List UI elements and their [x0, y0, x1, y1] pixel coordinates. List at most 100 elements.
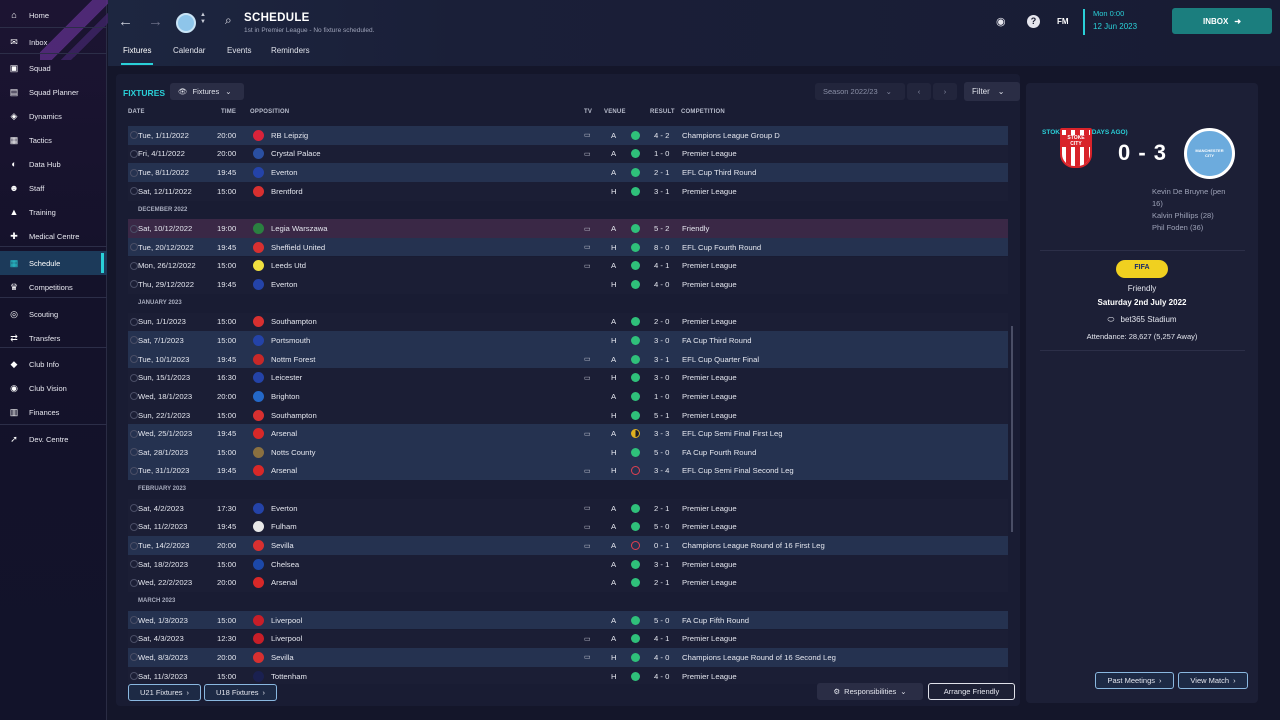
fixture-competition[interactable]: Champions League Round of 16 Second Leg — [682, 653, 836, 662]
fixture-score[interactable]: 4 - 0 — [654, 280, 669, 289]
select-checkbox[interactable] — [130, 187, 138, 196]
fixture-score[interactable]: 3 - 1 — [654, 355, 669, 364]
opponent-name[interactable]: Sevilla — [271, 541, 294, 550]
select-checkbox[interactable] — [130, 317, 138, 326]
filter-button[interactable]: Filter ⌄ — [964, 82, 1020, 101]
col-competition[interactable]: COMPETITION — [681, 109, 725, 115]
sidebar-item-schedule[interactable]: ▦ Schedule — [0, 251, 107, 275]
sidebar-item-data-hub[interactable]: ◐ Data Hub — [0, 152, 107, 176]
fixture-competition[interactable]: Friendly — [682, 224, 709, 233]
fixture-competition[interactable]: EFL Cup Fourth Round — [682, 243, 761, 252]
select-checkbox[interactable] — [130, 224, 138, 233]
opponent-name[interactable]: Notts County — [271, 448, 315, 457]
opponent-name[interactable]: Arsenal — [271, 466, 297, 475]
fixture-row[interactable]: Mon, 26/12/2022 15:00 Leeds Utd ▭ A 4 - 1 Prem… — [128, 256, 1008, 276]
opponent-name[interactable]: Portsmouth — [271, 336, 310, 345]
select-checkbox[interactable] — [130, 243, 138, 252]
tab-fixtures[interactable]: Fixtures — [121, 46, 154, 65]
fixture-score[interactable]: 4 - 0 — [654, 653, 669, 662]
fixture-score[interactable]: 3 - 0 — [654, 336, 669, 345]
opponent-name[interactable]: Leeds Utd — [271, 261, 306, 270]
fixture-competition[interactable]: FA Cup Third Round — [682, 336, 752, 345]
fixture-score[interactable]: 3 - 4 — [654, 466, 669, 475]
fixture-row[interactable]: Sat, 11/2/2023 19:45 Fulham ▭ A 5 - 0 Premier … — [128, 517, 1008, 537]
fixture-row[interactable]: Tue, 10/1/2023 19:45 Nottm Forest ▭ A 3 - 1 EF… — [128, 349, 1008, 369]
sidebar-item-club-vision[interactable]: ◉ Club Vision — [0, 376, 107, 400]
next-season-button[interactable]: › — [933, 83, 957, 100]
col-result[interactable]: RESULT — [650, 109, 675, 115]
scrollbar[interactable] — [1011, 326, 1013, 532]
fixture-score[interactable]: 2 - 1 — [654, 578, 669, 587]
season-dropdown[interactable]: Season 2022/23 ⌄ — [815, 83, 905, 100]
fixture-competition[interactable]: Premier League — [682, 634, 737, 643]
fixture-competition[interactable]: FA Cup Fourth Round — [682, 448, 756, 457]
fixture-score[interactable]: 3 - 1 — [654, 560, 669, 569]
fixture-row[interactable]: Wed, 18/1/2023 20:00 Brighton A 1 - 0 Premier… — [128, 387, 1008, 406]
opponent-name[interactable]: Fulham — [271, 522, 297, 531]
back-icon[interactable]: ← — [118, 13, 133, 30]
opponent-name[interactable]: Everton — [271, 504, 298, 513]
sidebar-item-staff[interactable]: ☻ Staff — [0, 176, 107, 200]
fixture-score[interactable]: 0 - 1 — [654, 541, 669, 550]
fixtures-view-dropdown[interactable]: 👁 Fixtures ⌄ — [170, 83, 244, 100]
stoke-crest-icon[interactable]: STOKE CITY — [1060, 128, 1092, 168]
fixture-competition[interactable]: Premier League — [682, 522, 737, 531]
sidebar-item-club-info[interactable]: ◆ Club Info — [0, 352, 107, 376]
select-checkbox[interactable] — [130, 373, 138, 382]
select-checkbox[interactable] — [130, 522, 138, 531]
fixture-competition[interactable]: Premier League — [682, 149, 737, 158]
select-checkbox[interactable] — [130, 634, 138, 643]
fixture-score[interactable]: 2 - 1 — [654, 168, 669, 177]
opponent-name[interactable]: Chelsea — [271, 560, 299, 569]
fixture-row[interactable]: Sat, 7/1/2023 15:00 Portsmouth H 3 - 0 FA Cup… — [128, 331, 1008, 350]
col-time[interactable]: TIME — [221, 109, 236, 115]
sidebar-item-dynamics[interactable]: ◈ Dynamics — [0, 104, 107, 128]
opponent-name[interactable]: Brentford — [271, 187, 303, 196]
fixture-row[interactable]: Wed, 22/2/2023 20:00 Arsenal A 2 - 1 Premier … — [128, 573, 1008, 593]
fixture-row[interactable]: Sat, 28/1/2023 15:00 Notts County H 5 - 0 FA … — [128, 443, 1008, 462]
fixture-competition[interactable]: Premier League — [682, 187, 737, 196]
col-venue[interactable]: VENUE — [604, 109, 626, 115]
fixture-competition[interactable]: Champions League Round of 16 First Leg — [682, 541, 825, 550]
fixture-row[interactable]: Sat, 4/3/2023 12:30 Liverpool ▭ A 4 - 1 Premie… — [128, 629, 1008, 649]
help-icon[interactable]: ? — [1027, 15, 1040, 28]
fixture-competition[interactable]: Premier League — [682, 392, 737, 401]
select-checkbox[interactable] — [130, 261, 138, 270]
fixture-score[interactable]: 4 - 0 — [654, 672, 669, 681]
fixture-score[interactable]: 5 - 1 — [654, 411, 669, 420]
fixture-competition[interactable]: Premier League — [682, 373, 737, 382]
fixture-row[interactable]: Sun, 15/1/2023 16:30 Leicester ▭ H 3 - 0 Premi… — [128, 368, 1008, 388]
opponent-name[interactable]: Liverpool — [271, 634, 302, 643]
fixture-competition[interactable]: EFL Cup Quarter Final — [682, 355, 759, 364]
select-checkbox[interactable] — [130, 560, 138, 569]
select-checkbox[interactable] — [130, 149, 138, 158]
fixture-score[interactable]: 5 - 0 — [654, 616, 669, 625]
opponent-name[interactable]: Leicester — [271, 373, 302, 382]
fixture-row[interactable]: Wed, 25/1/2023 19:45 Arsenal ▭ A 3 - 3 EFL Cup… — [128, 424, 1008, 443]
select-checkbox[interactable] — [130, 541, 138, 550]
fixture-score[interactable]: 3 - 3 — [654, 429, 669, 438]
select-checkbox[interactable] — [130, 392, 138, 401]
view-match-button[interactable]: View Match › — [1178, 672, 1248, 689]
opponent-name[interactable]: Arsenal — [271, 578, 297, 587]
select-checkbox[interactable] — [130, 466, 138, 475]
select-checkbox[interactable] — [130, 411, 138, 420]
tab-reminders[interactable]: Reminders — [269, 46, 312, 65]
select-checkbox[interactable] — [130, 672, 138, 681]
select-checkbox[interactable] — [130, 355, 138, 364]
fixture-score[interactable]: 2 - 1 — [654, 504, 669, 513]
fixture-score[interactable]: 1 - 0 — [654, 392, 669, 401]
select-checkbox[interactable] — [130, 448, 138, 457]
fixture-score[interactable]: 5 - 0 — [654, 522, 669, 531]
sidebar-item-squad-planner[interactable]: ▤ Squad Planner — [0, 80, 107, 104]
fixture-row[interactable]: Tue, 8/11/2022 19:45 Everton A 2 - 1 EFL Cup … — [128, 163, 1008, 182]
sidebar-item-squad[interactable]: ▣ Squad — [0, 56, 107, 80]
fixture-score[interactable]: 3 - 0 — [654, 373, 669, 382]
u21-fixtures-button[interactable]: U21 Fixtures › — [128, 684, 201, 701]
opponent-name[interactable]: Crystal Palace — [271, 149, 321, 158]
sidebar-item-finances[interactable]: ▥ Finances — [0, 400, 107, 424]
fixture-row[interactable]: Tue, 31/1/2023 19:45 Arsenal ▭ H 3 - 4 EFL Cup… — [128, 461, 1008, 481]
fixture-competition[interactable]: Premier League — [682, 280, 737, 289]
fixture-row[interactable]: Sat, 11/3/2023 15:00 Tottenham H 4 - 0 Premie… — [128, 666, 1008, 684]
fixture-row[interactable]: Sat, 12/11/2022 15:00 Brentford H 3 - 1 Premi… — [128, 181, 1008, 201]
